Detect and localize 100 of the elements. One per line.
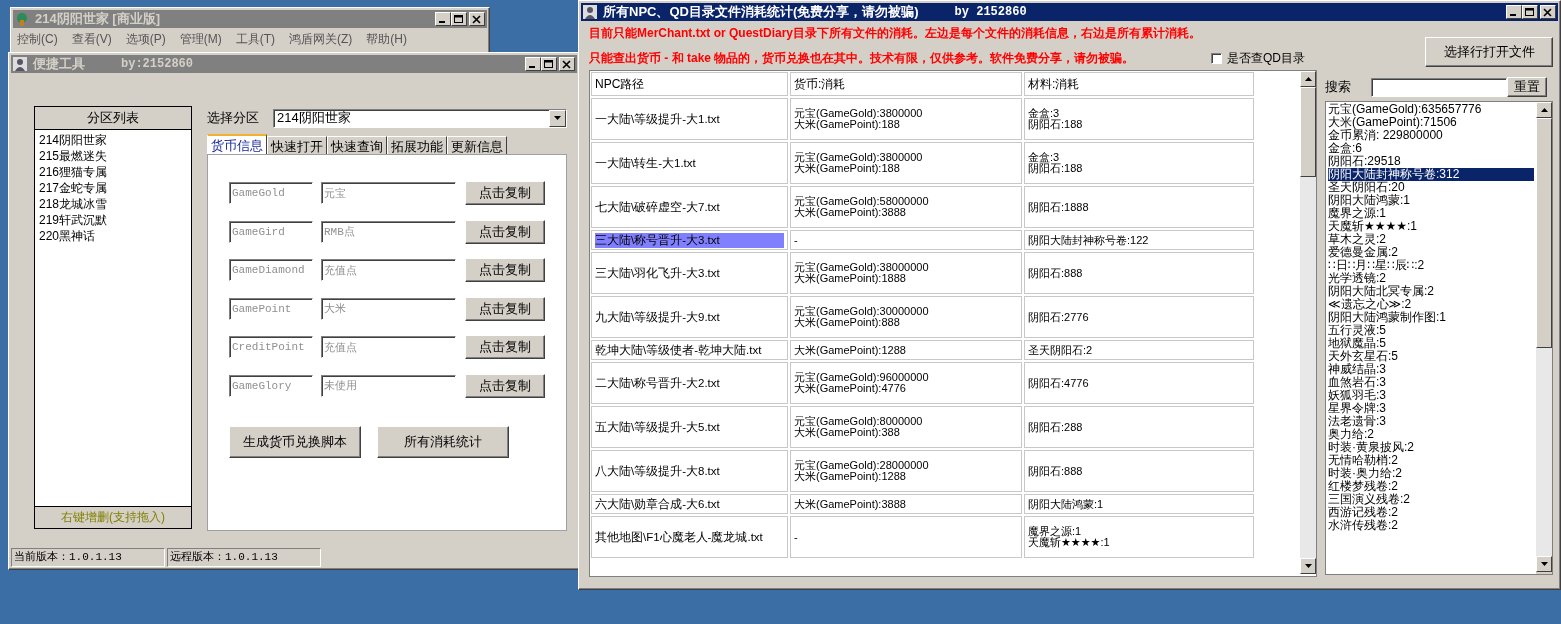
scrollbar[interactable]	[1536, 102, 1552, 572]
table-cell-text: 大米(GamePoint):1288	[794, 471, 906, 482]
list-footer: 右键增删(支持拖入)	[35, 506, 191, 528]
list-item[interactable]: 圣天阴阳石:20	[1328, 181, 1534, 194]
list-item[interactable]: 阴阳大陆北冥专属:2	[1328, 285, 1534, 298]
table-cell-text: 元宝(GameGold):28000000	[794, 460, 930, 471]
list-item[interactable]: 天外玄星石:5	[1328, 350, 1534, 363]
table-cell-text: 元宝(GameGold):3800000	[794, 152, 924, 163]
table-cell-text: 阴阳石:188	[1028, 163, 1084, 174]
action-button[interactable]: 所有消耗统计	[377, 425, 509, 458]
list-item[interactable]: 214阴阳世家	[39, 132, 187, 148]
tab[interactable]: 拓展功能	[387, 136, 447, 154]
list-item[interactable]: 三国演义残卷:2	[1328, 493, 1534, 506]
table-cell-text: 阴阳石:288	[1028, 421, 1084, 433]
list-item[interactable]: 阴阳石:29518	[1328, 155, 1534, 168]
partition-dropdown[interactable]: 214阴阳世家	[273, 108, 567, 128]
list-item[interactable]: 星界令牌:3	[1328, 402, 1534, 415]
list-item[interactable]: 大米(GamePoint):71506	[1328, 116, 1534, 129]
tab[interactable]: 货币信息	[207, 134, 267, 154]
tab[interactable]: 更新信息	[447, 136, 507, 154]
list-item[interactable]: 219轩武沉默	[39, 212, 187, 228]
list-item[interactable]: 法老遗骨:3	[1328, 415, 1534, 428]
list-item[interactable]: 西游记残卷:2	[1328, 506, 1534, 519]
table-cell-text: 金盒:3	[1028, 108, 1060, 119]
table-cell[interactable]: 三大陆\称号晋升-大3.txt	[595, 232, 784, 248]
scroll-down-icon[interactable]	[1540, 562, 1548, 566]
scroll-down-icon[interactable]	[1304, 564, 1312, 568]
scrollbar[interactable]	[1300, 71, 1316, 574]
list-item[interactable]: ∷日∷月∷星∷辰∷:2	[1328, 259, 1534, 272]
list-item[interactable]: 奥力给:2	[1328, 428, 1534, 441]
partition-label: 选择分区	[207, 109, 259, 127]
list-item[interactable]: 无情哈勒梢:2	[1328, 454, 1534, 467]
list-item[interactable]: ≪遗忘之心≫:2	[1328, 298, 1534, 311]
qd-checkbox[interactable]: 是否查QD目录	[1211, 50, 1305, 67]
list-item[interactable]: 阴阳大陆鸿蒙:1	[1328, 194, 1534, 207]
menu-item[interactable]: 工具(T)	[235, 31, 275, 48]
window-author: by 2152860	[954, 5, 1027, 19]
list-header: 分区列表	[35, 107, 191, 130]
tab[interactable]: 快速查询	[327, 136, 387, 154]
menu-item[interactable]: 鸿盾网关(Z)	[289, 31, 353, 48]
list-item[interactable]: 妖狐羽毛:3	[1328, 389, 1534, 402]
window-title: 便捷工具	[33, 55, 85, 73]
list-item[interactable]: 血煞岩石:3	[1328, 376, 1534, 389]
table-cell-text: 阴阳石:188	[1028, 119, 1084, 130]
table-cell-text: -	[794, 531, 799, 543]
window-title: 所有NPC、QD目录文件消耗统计(免费分享，请勿被骗)	[603, 3, 919, 21]
list-item[interactable]: 220黑神话	[39, 228, 187, 244]
checkbox[interactable]	[1211, 53, 1222, 64]
menu-item[interactable]: 选项(P)	[125, 31, 166, 48]
list-item[interactable]: 爱德曼金属:2	[1328, 246, 1534, 259]
list-item[interactable]: 魔界之源:1	[1328, 207, 1534, 220]
list-item[interactable]: 五行灵液:5	[1328, 324, 1534, 337]
menu-item[interactable]: 查看(V)	[71, 31, 112, 48]
list-item[interactable]: 金币累消: 229800000	[1328, 129, 1534, 142]
list-item[interactable]: 216狸猫专属	[39, 164, 187, 180]
list-item[interactable]: 草木之灵:2	[1328, 233, 1534, 246]
app-icon	[15, 12, 29, 26]
list-item[interactable]: 元宝(GameGold):635657776	[1328, 103, 1534, 116]
search-label: 搜索	[1325, 78, 1352, 96]
status-panel: 远程版本：1.0.1.13	[167, 548, 321, 567]
search-field[interactable]	[1371, 77, 1507, 97]
scroll-thumb[interactable]	[1536, 118, 1552, 348]
reset-button[interactable]: 重置	[1507, 77, 1547, 97]
scroll-thumb[interactable]	[1300, 87, 1316, 177]
menu-item[interactable]: 帮助(H)	[366, 31, 407, 48]
status-panel: 当前版本：1.0.1.13	[11, 548, 165, 567]
window-title: 214阴阳世家 [商业版]	[35, 10, 160, 28]
list-item[interactable]: 红楼梦残卷:2	[1328, 480, 1534, 493]
table-cell-text: 阴阳石:888	[1028, 465, 1084, 477]
menu-item[interactable]: 管理(M)	[179, 31, 222, 48]
table-cell-text: 阴阳大陆封神称号卷:122	[1028, 234, 1150, 246]
table-cell-text: 天魔斩★★★★:1	[1028, 537, 1111, 548]
list-item[interactable]: 光学透镜:2	[1328, 272, 1534, 285]
open-file-button[interactable]: 选择行打开文件	[1425, 37, 1553, 67]
list-item[interactable]: 时装·黄泉披风:2	[1328, 441, 1534, 454]
list-item[interactable]: 217金蛇专属	[39, 180, 187, 196]
table-cell-text: 阴阳石:888	[1028, 267, 1084, 279]
scroll-up-icon[interactable]	[1304, 77, 1312, 81]
table-cell-text: 元宝(GameGold):8000000	[794, 416, 924, 427]
tab[interactable]: 快速打开	[267, 136, 327, 154]
menu-item[interactable]: 控制(C)	[17, 31, 58, 48]
list-item[interactable]: 地狱魔晶:5	[1328, 337, 1534, 350]
scroll-up-icon[interactable]	[1540, 108, 1548, 112]
list-item[interactable]: 水浒传残卷:2	[1328, 519, 1534, 532]
table-cell-text: -	[794, 234, 799, 246]
list-item[interactable]: 215最燃迷失	[39, 148, 187, 164]
list-item[interactable]: 金盒:6	[1328, 142, 1534, 155]
list-item[interactable]: 阴阳大陆封神称号卷:312	[1328, 168, 1534, 181]
list-item[interactable]: 天魔斩★★★★:1	[1328, 220, 1534, 233]
list-item[interactable]: 神威结晶:3	[1328, 363, 1534, 376]
table-cell-text: 元宝(GameGold):3800000	[794, 108, 924, 119]
column-header: NPC路径	[591, 72, 788, 96]
dropdown-arrow-icon[interactable]	[554, 116, 561, 120]
list-item[interactable]: 时装·奥力给:2	[1328, 467, 1534, 480]
list-item[interactable]: 218龙城冰雪	[39, 196, 187, 212]
table-cell-text: 大米(GamePoint):1888	[794, 273, 906, 284]
app-icon	[13, 57, 27, 71]
table-cell-text: 大米(GamePoint):3888	[794, 207, 906, 218]
list-item[interactable]: 阴阳大陆鸿蒙制作图:1	[1328, 311, 1534, 324]
action-button[interactable]: 生成货币兑换脚本	[229, 425, 361, 458]
